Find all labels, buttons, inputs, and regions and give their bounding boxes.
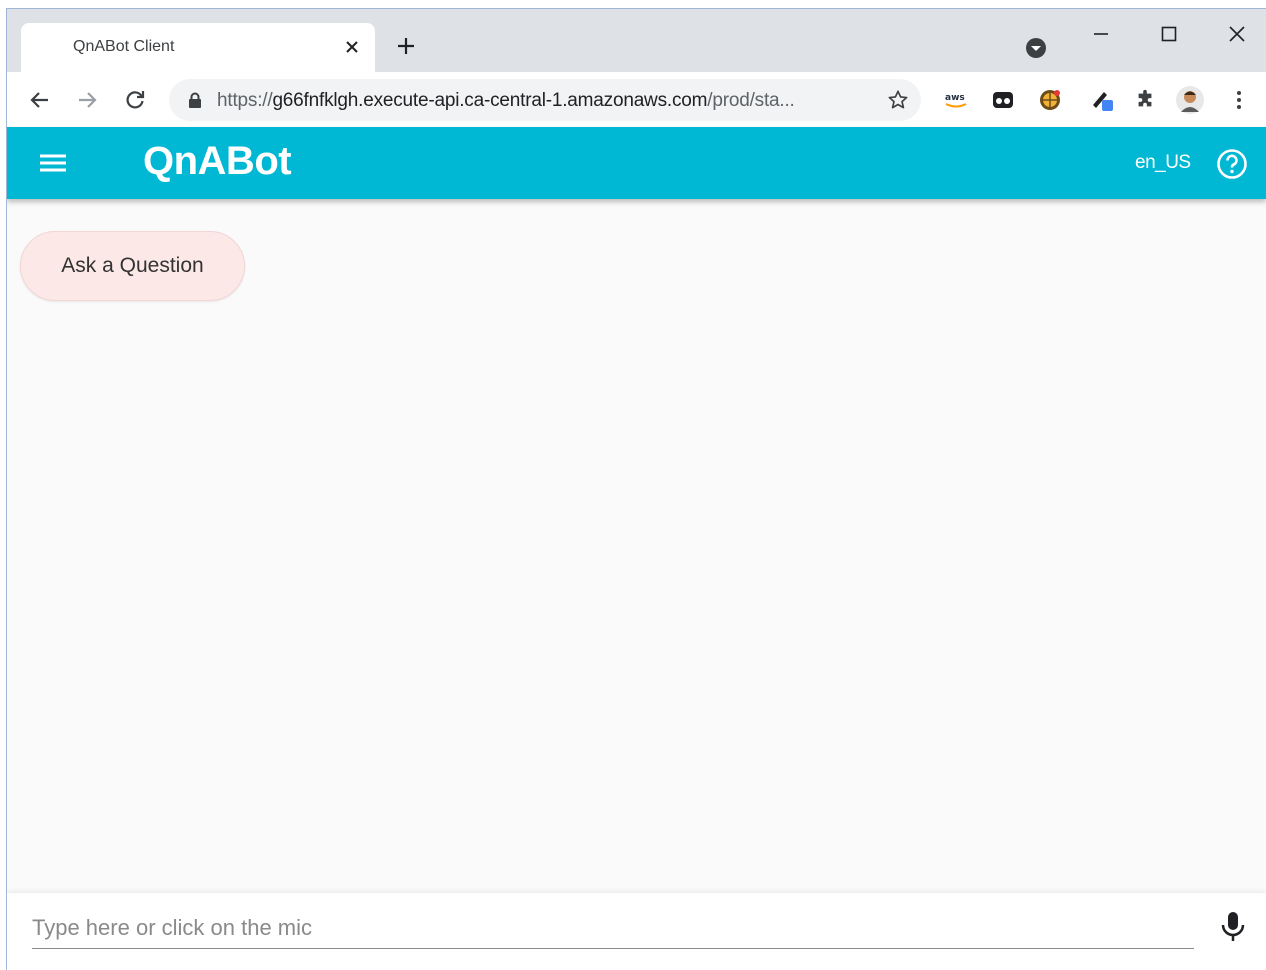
minimize-icon[interactable]: [1079, 19, 1123, 49]
chat-input-bar: [7, 893, 1266, 970]
url-text: https://g66fnfklgh.execute-api.ca-centra…: [217, 90, 867, 112]
bookmark-star-icon[interactable]: [885, 87, 911, 113]
chat-input[interactable]: [32, 907, 1194, 949]
mic-icon[interactable]: [1217, 907, 1249, 947]
pen-extension-icon[interactable]: [1088, 85, 1118, 115]
menu-icon[interactable]: [37, 147, 69, 179]
media-control-icon[interactable]: [1025, 37, 1047, 59]
help-icon[interactable]: [1215, 147, 1249, 181]
profile-avatar-icon[interactable]: [1175, 85, 1205, 115]
app-title: QnABot: [143, 139, 292, 183]
chat-content: Ask a Question: [7, 199, 1266, 893]
incognito-extension-icon[interactable]: [988, 85, 1018, 115]
tab-strip: QnABot Client: [7, 9, 1266, 72]
tab-title: QnABot Client: [73, 38, 175, 55]
browser-toolbar: https://g66fnfklgh.execute-api.ca-centra…: [7, 72, 1266, 127]
reload-icon[interactable]: [120, 85, 150, 115]
maximize-icon[interactable]: [1147, 19, 1191, 49]
svg-text:aws: aws: [945, 93, 965, 103]
app-header: QnABot en_US: [7, 127, 1266, 199]
browser-tab[interactable]: QnABot Client: [21, 23, 375, 72]
url-host: g66fnfklgh.execute-api.ca-central-1.amaz…: [272, 90, 708, 111]
lock-icon[interactable]: [187, 91, 203, 109]
aws-extension-icon[interactable]: aws: [941, 85, 971, 115]
address-bar[interactable]: https://g66fnfklgh.execute-api.ca-centra…: [169, 79, 921, 121]
ask-question-chip[interactable]: Ask a Question: [20, 231, 245, 301]
url-scheme: https://: [217, 90, 273, 111]
url-path: /prod/sta...: [707, 90, 795, 111]
forward-arrow-icon[interactable]: [72, 85, 102, 115]
new-tab-plus-icon[interactable]: [391, 31, 421, 61]
locale-label[interactable]: en_US: [1135, 152, 1191, 174]
close-tab-icon[interactable]: [339, 34, 365, 60]
window-close-icon[interactable]: [1215, 19, 1259, 49]
puzzle-extensions-icon[interactable]: [1130, 85, 1160, 115]
back-arrow-icon[interactable]: [25, 85, 55, 115]
browser-window: QnABot Client https://g66fnfklgh.execute…: [6, 8, 1266, 970]
kebab-menu-icon[interactable]: [1224, 85, 1254, 115]
globe-extension-icon[interactable]: [1035, 85, 1065, 115]
